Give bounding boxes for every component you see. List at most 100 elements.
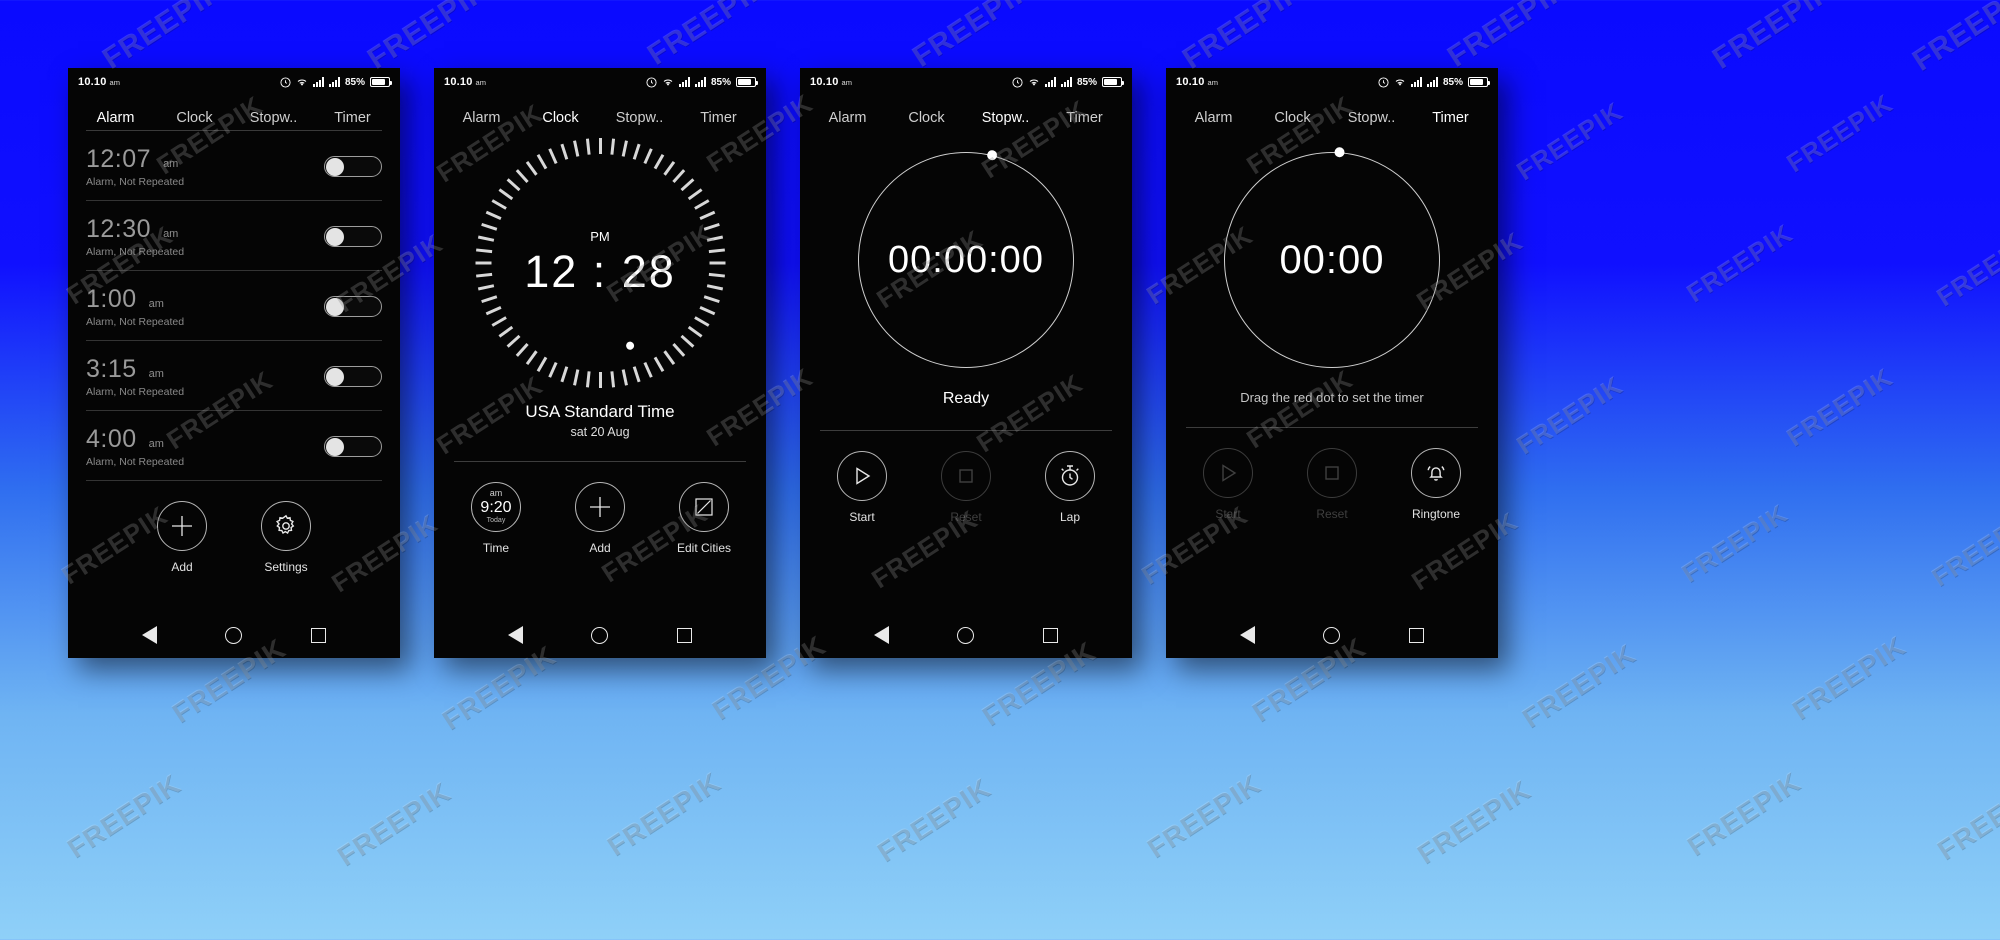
tab-stopwatch[interactable]: Stopw..: [600, 110, 679, 126]
tab-label: Clock: [1274, 110, 1311, 126]
tab-clock[interactable]: Clock: [1253, 110, 1332, 126]
alarm-toggle[interactable]: [324, 156, 382, 177]
action-label: Time: [482, 541, 510, 555]
tab-bar[interactable]: Alarm Clock Stopw.. Timer: [800, 96, 1132, 126]
action-label: Ringtone: [1411, 507, 1461, 521]
watermark-text: FREEPIK: [871, 771, 997, 868]
alarm-info: 12:30 am Alarm, Not Repeated: [86, 215, 184, 258]
alarm-toggle[interactable]: [324, 366, 382, 387]
alarm-toggle[interactable]: [324, 226, 382, 247]
plus-icon: [157, 501, 207, 551]
status-ampm: am: [841, 78, 852, 87]
recent-square-icon[interactable]: [1042, 627, 1058, 643]
tab-stopwatch[interactable]: Stopw..: [234, 110, 313, 126]
signal-icon-2: [328, 77, 340, 87]
action-bar: am 9:20 Today Time Add Edit Cities: [434, 482, 766, 555]
watermark-text: FREEPIK: [906, 0, 1040, 74]
phone-screen-stopwatch: 10.10 am 85% Alarm Clock Stopw.. Timer 0…: [800, 68, 1132, 658]
alarm-time-wrap: 12:30 am: [86, 215, 184, 244]
toggle-knob: [326, 297, 344, 316]
android-nav-bar: [68, 612, 400, 658]
back-triangle-icon[interactable]: [1240, 626, 1256, 644]
tab-alarm[interactable]: Alarm: [76, 110, 155, 126]
watermark-text: FREEPIK: [1781, 87, 1898, 179]
action-bar: Start Reset Lap: [800, 451, 1132, 524]
recent-square-icon[interactable]: [1408, 627, 1424, 643]
stopwatch-icon: [1045, 451, 1095, 501]
timer-value: 00:00: [1279, 237, 1385, 282]
tab-timer[interactable]: Timer: [1045, 110, 1124, 126]
ringtone-button[interactable]: Ringtone: [1398, 448, 1474, 521]
alarm-time: 12:07: [86, 145, 152, 173]
tab-clock[interactable]: Clock: [887, 110, 966, 126]
recent-square-icon[interactable]: [310, 627, 326, 643]
watermark-text: FREEPIK: [1931, 769, 2000, 866]
tab-alarm[interactable]: Alarm: [1174, 110, 1253, 126]
table-row[interactable]: 12:30 am Alarm, Not Repeated: [86, 201, 382, 271]
home-circle-icon[interactable]: [591, 626, 609, 644]
status-icons: 85%: [280, 76, 392, 88]
tab-stopwatch[interactable]: Stopw..: [1332, 110, 1411, 126]
add-alarm-button[interactable]: Add: [144, 501, 220, 574]
alarm-clock-icon: [280, 76, 291, 88]
settings-button[interactable]: Settings: [248, 501, 324, 574]
tab-label: Alarm: [828, 110, 867, 126]
home-circle-icon[interactable]: [225, 626, 243, 644]
alarm-time: 12:30: [86, 215, 152, 243]
toggle-knob: [326, 437, 344, 456]
tab-timer[interactable]: Timer: [313, 110, 392, 126]
table-row[interactable]: 12:07 am Alarm, Not Repeated: [86, 131, 382, 201]
watermark-text: FREEPIK: [1141, 767, 1267, 864]
signal-icon-1: [1044, 77, 1056, 87]
alarm-toggle[interactable]: [324, 296, 382, 317]
time-button[interactable]: am 9:20 Today Time: [458, 482, 534, 555]
chip-ampm: am: [489, 488, 503, 499]
watermark-text: FREEPIK: [1676, 497, 1793, 589]
tab-clock[interactable]: Clock: [155, 110, 234, 126]
tab-label: Clock: [542, 110, 579, 126]
back-triangle-icon[interactable]: [142, 626, 158, 644]
tab-stopwatch[interactable]: Stopw..: [966, 110, 1045, 126]
tab-clock[interactable]: Clock: [521, 110, 600, 126]
home-circle-icon[interactable]: [957, 626, 975, 644]
tab-label: Timer: [334, 110, 371, 126]
edit-cities-button[interactable]: Edit Cities: [666, 482, 742, 555]
status-ampm: am: [475, 78, 486, 87]
lap-button[interactable]: Lap: [1032, 451, 1108, 524]
battery-percent: 85%: [1076, 76, 1097, 88]
battery-percent: 85%: [1442, 76, 1463, 88]
tab-alarm[interactable]: Alarm: [808, 110, 887, 126]
tab-timer[interactable]: Timer: [679, 110, 758, 126]
battery-icon: [736, 77, 758, 87]
table-row[interactable]: 3:15 am Alarm, Not Repeated: [86, 341, 382, 411]
watermark-text: FREEPIK: [1906, 0, 2000, 78]
start-button[interactable]: Start: [824, 451, 900, 524]
start-button[interactable]: Start: [1190, 448, 1266, 521]
tab-alarm[interactable]: Alarm: [442, 110, 521, 126]
android-nav-bar: [800, 612, 1132, 658]
alarm-ampm: am: [163, 158, 179, 170]
reset-button[interactable]: Reset: [1294, 448, 1370, 521]
tab-bar[interactable]: Alarm Clock Stopw.. Timer: [434, 96, 766, 126]
add-city-button[interactable]: Add: [562, 482, 638, 555]
status-bar-clock: 10.10 am: [1176, 76, 1218, 88]
tab-bar[interactable]: Alarm Clock Stopw.. Timer: [68, 96, 400, 126]
reset-button[interactable]: Reset: [928, 451, 1004, 524]
table-row[interactable]: 1:00 am Alarm, Not Repeated: [86, 271, 382, 341]
back-triangle-icon[interactable]: [874, 626, 890, 644]
signal-icon-1: [1410, 77, 1422, 87]
action-label: Reset: [950, 510, 982, 524]
table-row[interactable]: 4:00 am Alarm, Not Repeated: [86, 411, 382, 481]
tab-label: Timer: [700, 110, 737, 126]
back-triangle-icon[interactable]: [508, 626, 524, 644]
tab-timer[interactable]: Timer: [1411, 110, 1490, 126]
home-circle-icon[interactable]: [1323, 626, 1341, 644]
tab-bar[interactable]: Alarm Clock Stopw.. Timer: [1166, 96, 1498, 126]
alarm-info: 12:07 am Alarm, Not Repeated: [86, 145, 184, 188]
recent-square-icon[interactable]: [676, 627, 692, 643]
plus-icon: [575, 482, 625, 532]
status-bar: 10.10 am 85%: [800, 68, 1132, 96]
android-nav-bar: [434, 612, 766, 658]
alarm-toggle[interactable]: [324, 436, 382, 457]
phone-screen-timer: 10.10 am 85% Alarm Clock Stopw.. Timer 0…: [1166, 68, 1498, 658]
